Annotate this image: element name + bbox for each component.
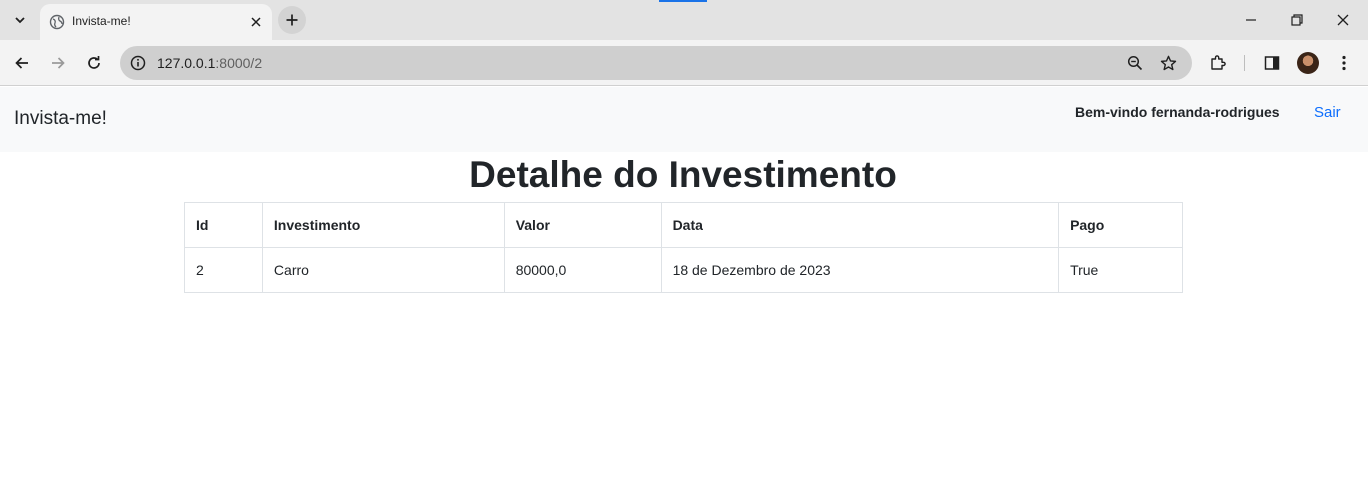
tab-close-button[interactable] (246, 12, 266, 32)
site-navbar: Invista-me! Bem-vindo fernanda-rodrigues… (0, 87, 1368, 152)
restore-icon (1291, 14, 1303, 26)
reload-icon (88, 56, 100, 69)
plus-icon (286, 14, 298, 26)
chevron-down-icon (15, 17, 25, 24)
reload-button[interactable] (80, 49, 108, 77)
forward-button[interactable] (44, 49, 72, 77)
url-path: :8000/2 (215, 55, 263, 71)
browser-toolbar: 127.0.0.1:8000/2 (0, 40, 1368, 86)
minimize-button[interactable] (1228, 0, 1274, 40)
puzzle-icon (1211, 55, 1226, 70)
close-icon (1337, 14, 1349, 26)
tab-search-button[interactable] (8, 8, 32, 32)
browser-menu-button[interactable] (1332, 51, 1356, 75)
bookmark-button[interactable] (1157, 52, 1179, 74)
cell-valor: 80000,0 (503, 247, 662, 293)
close-window-button[interactable] (1320, 0, 1366, 40)
table-row: 2 Carro 80000,0 18 de Dezembro de 2023 T… (184, 247, 1183, 293)
url-text[interactable]: 127.0.0.1:8000/2 (157, 55, 262, 71)
star-icon (1160, 55, 1176, 70)
globe-icon (49, 14, 65, 30)
column-header-pago: Pago (1058, 202, 1183, 248)
url-host: 127.0.0.1 (157, 55, 216, 71)
new-tab-button[interactable] (278, 6, 306, 34)
page-title: Detalhe do Investimento (469, 154, 897, 195)
toolbar-divider (1244, 55, 1245, 71)
column-header-data: Data (660, 202, 1060, 248)
table-header-row: Id Investimento Valor Data Pago (184, 202, 1183, 248)
close-icon (251, 17, 261, 27)
cell-data: 18 de Dezembro de 2023 (660, 247, 1060, 293)
address-bar[interactable]: 127.0.0.1:8000/2 (120, 46, 1192, 80)
extensions-button[interactable] (1206, 51, 1230, 75)
cell-id: 2 (184, 247, 263, 293)
browser-tab[interactable]: Invista-me! (40, 4, 272, 40)
side-panel-button[interactable] (1260, 51, 1284, 75)
browser-tabstrip: Invista-me! (0, 0, 1368, 40)
minimize-icon (1246, 19, 1256, 21)
cell-pago: True (1058, 247, 1183, 293)
info-icon (130, 55, 146, 71)
welcome-text: Bem-vindo fernanda-rodrigues (1075, 104, 1280, 120)
column-header-investimento: Investimento (261, 202, 505, 248)
tab-title: Invista-me! (72, 14, 131, 28)
column-header-valor: Valor (503, 202, 662, 248)
zoom-out-icon (1127, 55, 1143, 71)
column-header-id: Id (184, 202, 263, 248)
cell-investimento: Carro (261, 247, 505, 293)
brand-link[interactable]: Invista-me! (14, 108, 107, 130)
restore-button[interactable] (1274, 0, 1320, 40)
logout-link[interactable]: Sair (1314, 104, 1341, 121)
investment-detail-table: Id Investimento Valor Data Pago 2 Carro … (184, 202, 1183, 293)
zoom-button[interactable] (1124, 52, 1146, 74)
arrow-right-icon (52, 57, 65, 69)
profile-avatar[interactable] (1297, 52, 1319, 74)
tabstrip-accent (659, 0, 707, 2)
side-panel-icon (1264, 56, 1280, 70)
arrow-left-icon (15, 57, 28, 69)
back-button[interactable] (8, 49, 36, 77)
site-info-button[interactable] (126, 51, 150, 75)
more-vertical-icon (1342, 55, 1346, 71)
